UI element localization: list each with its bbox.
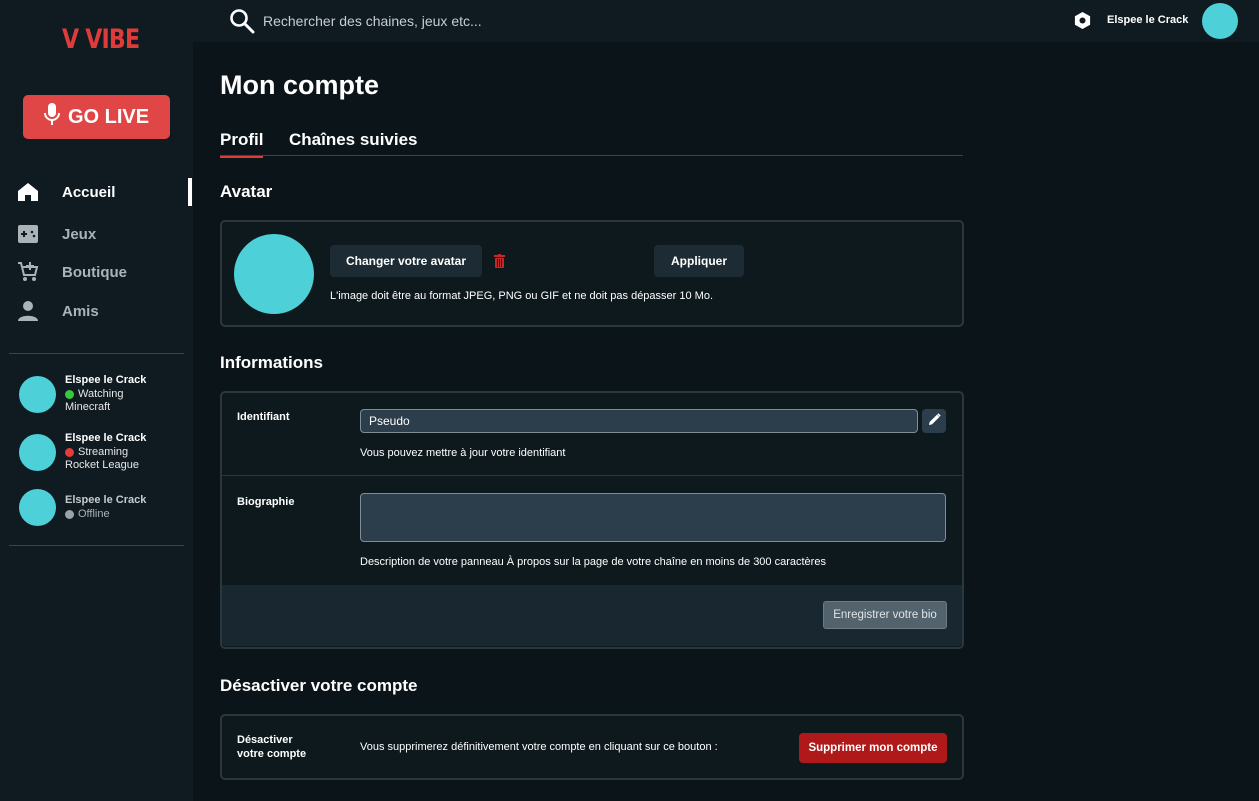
identifier-hint: Vous pouvez mettre à jour votre identifi… [360,447,566,459]
identifier-label: Identifiant [237,411,290,423]
nav-label: Boutique [62,263,127,281]
avatar-card: Changer votre avatar Appliquer L'image d… [220,220,964,327]
nav-item-jeux[interactable]: Jeux [17,221,96,247]
nav-item-amis[interactable]: Amis [17,298,99,324]
deactivate-label-line2: votre compte [237,748,307,760]
friend-name: Elspee le Crack [65,432,147,444]
biography-hint: Description de votre panneau À propos su… [360,556,826,568]
go-live-button[interactable]: GO LIVE [23,95,170,139]
person-icon [17,300,39,322]
status-dot [65,447,74,457]
avatar [19,433,56,471]
tab-chaines-suivies[interactable]: Chaînes suivies [289,130,418,156]
deactivate-label: Désactiver votre compte [237,733,306,761]
friend-item[interactable]: Elspee le Crack Streaming Rocket League [19,432,146,473]
app-logo[interactable]: V VIBE [62,24,140,55]
microphone-icon [43,102,60,132]
section-title-deactivate: Désactiver votre compte [220,676,418,695]
active-nav-indicator [188,178,192,206]
save-bio-button[interactable]: Enregistrer votre bio [823,601,947,629]
friend-status: Streaming [78,445,129,458]
biography-label: Biographie [237,496,295,508]
avatar [19,375,56,413]
tab-profil[interactable]: Profil [220,130,264,158]
gear-icon[interactable] [1073,11,1092,35]
delete-account-button[interactable]: Supprimer mon compte [799,733,947,763]
section-title-informations: Informations [220,353,323,372]
avatar [19,489,56,526]
edit-identifier-button[interactable] [922,409,946,433]
avatar[interactable] [1202,3,1238,39]
biography-input[interactable] [360,493,946,542]
nav-label: Amis [62,302,99,320]
sidebar: V VIBE GO LIVE Accueil Jeux Boutique Ami… [0,0,193,801]
informations-card: Identifiant Vous pouvez mettre à jour vo… [220,391,964,649]
tab-bar: Profil Chaînes suivies [220,130,963,158]
friend-status: Offline [78,507,110,520]
status-dot [65,509,74,519]
biography-footer: Enregistrer votre bio [222,585,962,646]
nav-label: Accueil [62,183,116,201]
home-icon [17,181,39,203]
search-icon[interactable] [229,8,255,39]
search-input[interactable] [263,10,763,32]
friend-item[interactable]: Elspee le Crack Offline [19,489,146,526]
top-username[interactable]: Elspee le Crack [1107,14,1188,26]
friend-game: Rocket League [65,459,139,471]
pencil-icon [928,413,941,429]
sidebar-divider [9,353,184,354]
friend-status: Watching [78,387,124,400]
go-live-label: GO LIVE [67,105,150,128]
nav-label: Jeux [62,225,97,243]
change-avatar-button[interactable]: Changer votre avatar [330,245,482,277]
friend-name: Elspee le Crack [65,494,147,506]
sidebar-divider [9,545,184,546]
apply-button[interactable]: Appliquer [654,245,744,277]
friend-item[interactable]: Elspee le Crack Watching Minecraft [19,374,146,415]
avatar [234,234,314,314]
deactivate-card: Désactiver votre compte Vous supprimerez… [220,714,964,780]
status-dot [65,389,74,399]
row-divider [222,475,962,476]
cart-icon [17,261,39,283]
nav-item-accueil[interactable]: Accueil [17,179,115,205]
avatar-hint: L'image doit être au format JPEG, PNG ou… [330,290,714,302]
section-title-avatar: Avatar [220,182,273,201]
trash-icon[interactable] [494,254,505,273]
deactivate-label-line1: Désactiver [237,734,293,746]
nav-item-boutique[interactable]: Boutique [17,259,127,285]
friend-name: Elspee le Crack [65,374,147,386]
gamepad-icon [17,223,39,245]
page-title: Mon compte [220,70,379,100]
friend-game: Minecraft [65,401,111,413]
identifier-input[interactable] [360,409,918,433]
deactivate-warning: Vous supprimerez définitivement votre co… [360,741,718,753]
